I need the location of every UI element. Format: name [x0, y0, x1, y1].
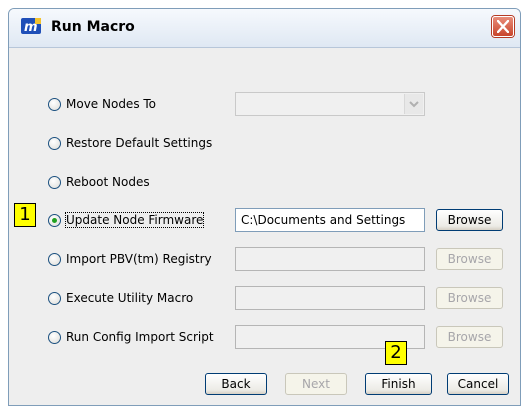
update-firmware-label[interactable]: Update Node Firmware [64, 212, 205, 228]
run-macro-dialog: m Run Macro Move Nodes To Restore Defaul… [8, 8, 521, 406]
move-nodes-radio[interactable] [48, 98, 61, 111]
title-bar: m Run Macro [9, 9, 520, 48]
config-import-radio[interactable] [48, 331, 61, 344]
import-registry-radio[interactable] [48, 253, 61, 266]
next-button: Next [285, 373, 347, 395]
registry-path-field [235, 247, 425, 271]
utility-macro-path-field [235, 286, 425, 310]
firmware-browse-button[interactable]: Browse [436, 209, 503, 231]
utility-macro-radio[interactable] [48, 292, 61, 305]
update-firmware-radio[interactable] [48, 214, 61, 227]
chevron-down-icon [404, 94, 423, 114]
close-button[interactable] [492, 16, 514, 37]
callout-badge-2: 2 [385, 341, 407, 365]
finish-button[interactable]: Finish [365, 373, 432, 395]
firmware-path-value: C:\Documents and Settings [241, 213, 406, 227]
option-utility-macro-row: Execute Utility Macro Browse [9, 286, 520, 310]
option-import-registry-row: Import PBV(tm) Registry Browse [9, 247, 520, 271]
config-import-label[interactable]: Run Config Import Script [66, 330, 214, 344]
move-nodes-select[interactable] [235, 92, 425, 116]
option-move-nodes-row: Move Nodes To [9, 92, 520, 116]
move-nodes-label[interactable]: Move Nodes To [66, 97, 156, 111]
import-registry-label[interactable]: Import PBV(tm) Registry [66, 252, 212, 266]
option-config-import-row: Run Config Import Script Browse [9, 325, 520, 349]
app-icon: m [21, 17, 41, 35]
callout-badge-1: 1 [14, 203, 36, 227]
option-update-firmware-row: Update Node Firmware C:\Documents and Se… [9, 208, 520, 232]
reboot-nodes-label[interactable]: Reboot Nodes [66, 175, 150, 189]
back-button[interactable]: Back [205, 373, 267, 395]
option-restore-row: Restore Default Settings [9, 131, 520, 155]
config-import-browse-button: Browse [436, 326, 503, 348]
reboot-nodes-radio[interactable] [48, 176, 61, 189]
utility-macro-label[interactable]: Execute Utility Macro [66, 291, 193, 305]
firmware-path-field[interactable]: C:\Documents and Settings [235, 208, 425, 232]
restore-defaults-radio[interactable] [48, 137, 61, 150]
close-icon [497, 20, 509, 33]
registry-browse-button: Browse [436, 248, 503, 270]
option-reboot-row: Reboot Nodes [9, 170, 520, 194]
cancel-button[interactable]: Cancel [447, 373, 509, 395]
window-title: Run Macro [51, 19, 135, 35]
utility-macro-browse-button: Browse [436, 287, 503, 309]
restore-defaults-label[interactable]: Restore Default Settings [66, 136, 212, 150]
